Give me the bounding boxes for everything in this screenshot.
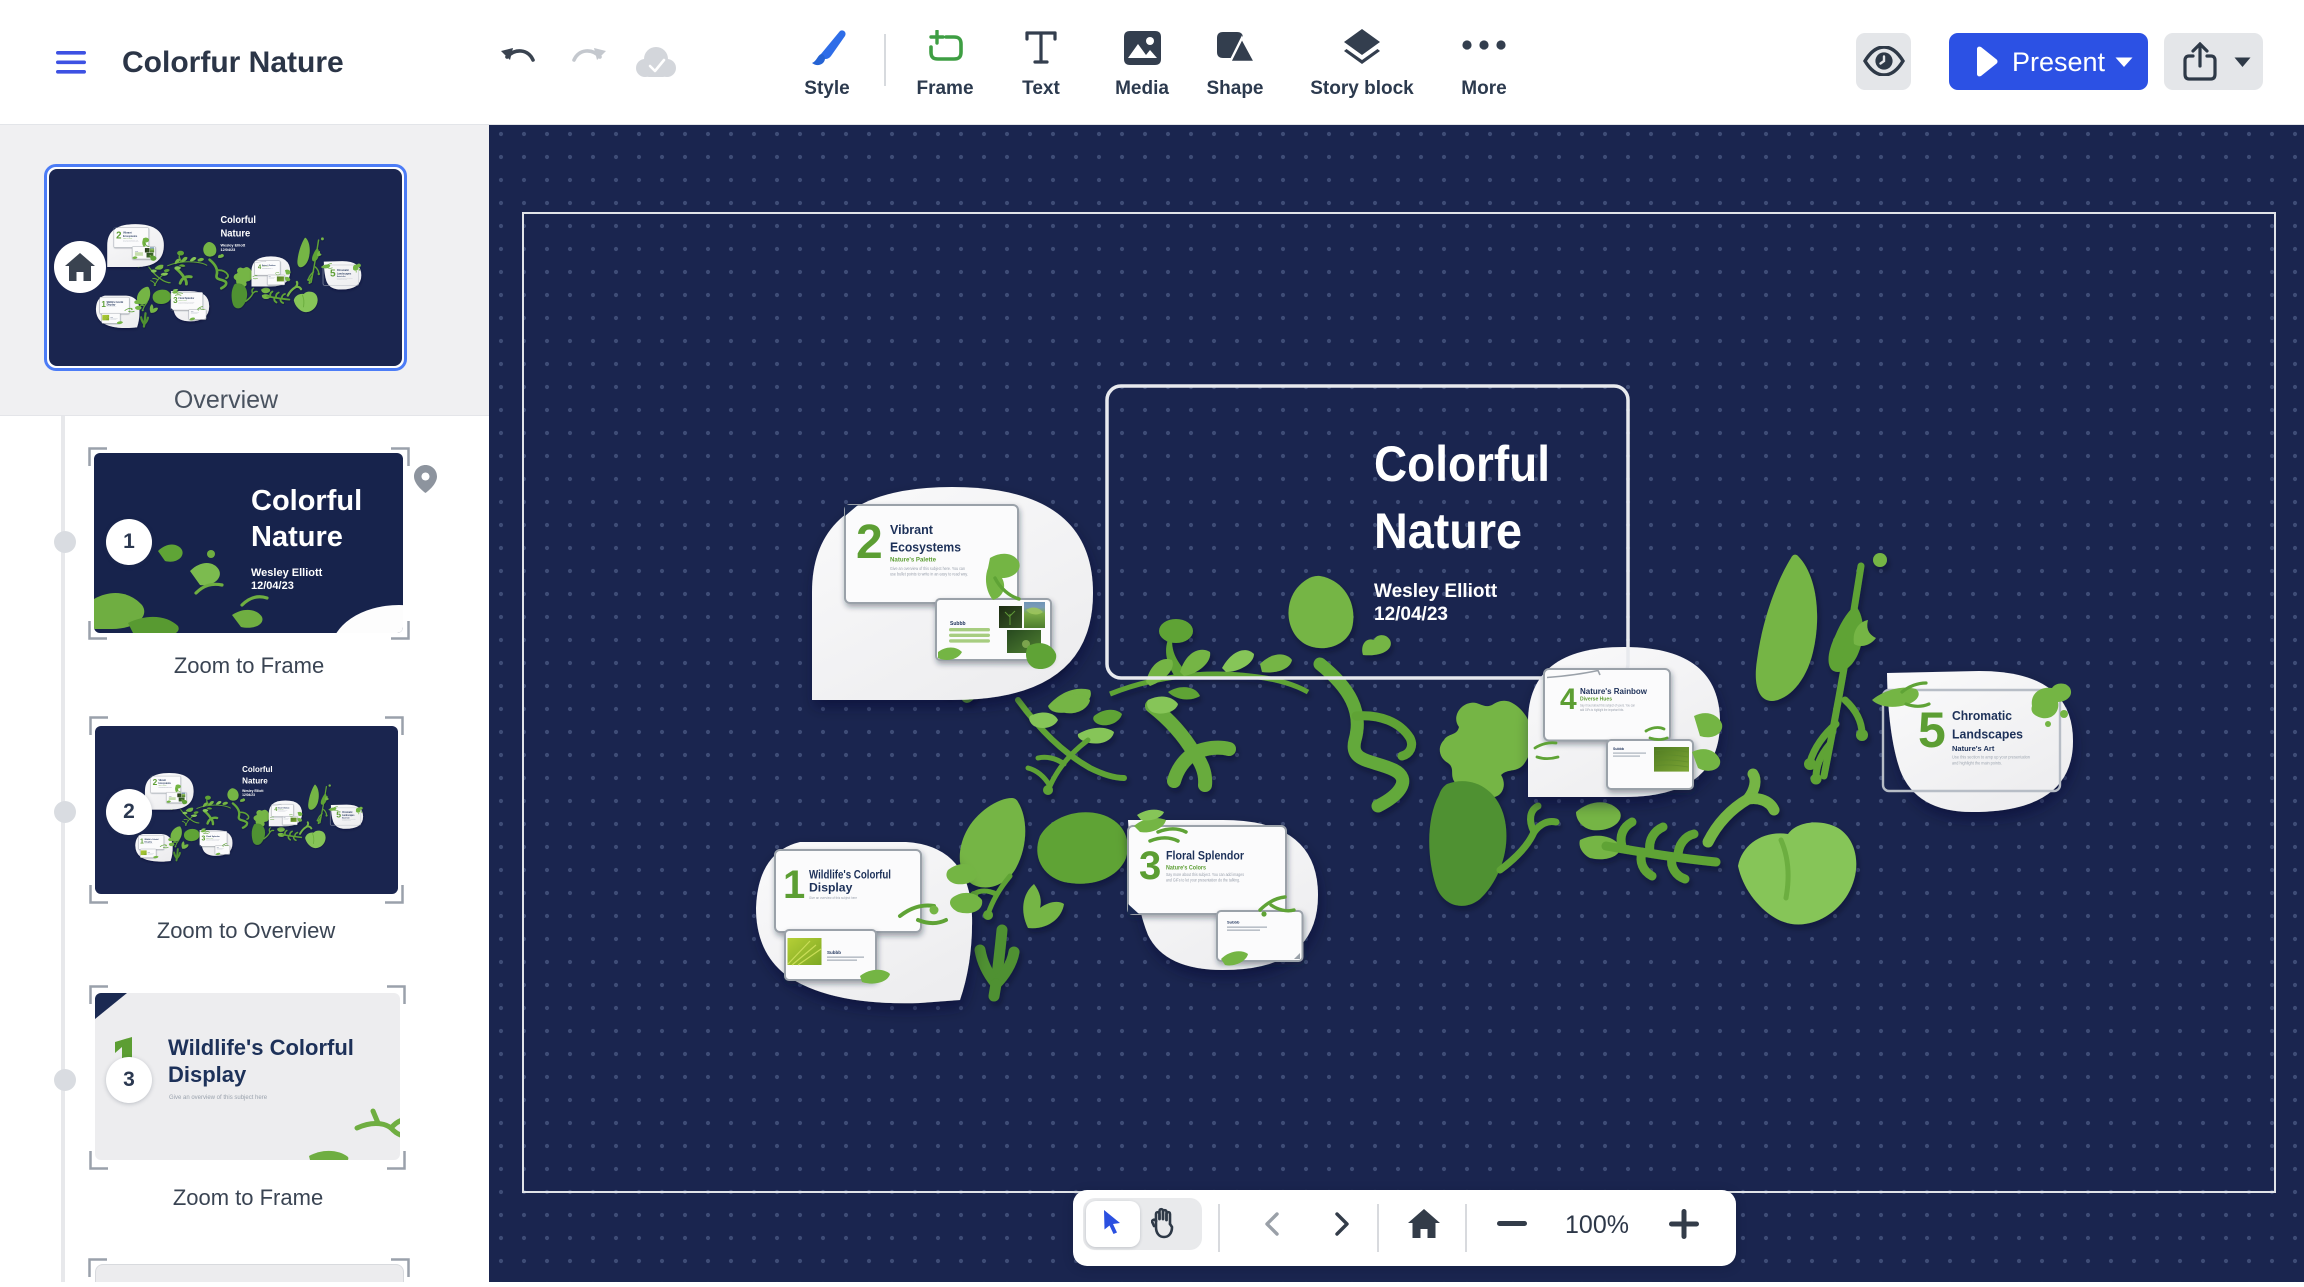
svg-text:Say more about this subject. Y: Say more about this subject. You can add… (1166, 872, 1245, 877)
svg-text:Wildlife's Colorful: Wildlife's Colorful (168, 1035, 354, 1060)
svg-text:Subbb: Subbb (950, 621, 966, 627)
svg-text:Say it loud about this subject: Say it loud about this subject of yours.… (1580, 704, 1635, 708)
svg-text:Nature's Rainbow: Nature's Rainbow (1580, 687, 1648, 696)
svg-text:Subbb: Subbb (1227, 920, 1240, 925)
svg-text:Vibrant: Vibrant (890, 522, 934, 537)
svg-text:4: 4 (1560, 683, 1577, 716)
svg-text:Nature: Nature (251, 521, 343, 553)
svg-text:Nature: Nature (1374, 503, 1522, 559)
svg-text:Floral Splendor: Floral Splendor (1166, 849, 1244, 863)
svg-text:Ecosystems: Ecosystems (890, 540, 961, 555)
svg-text:and GIFs to let your presentat: and GIFs to let your presentation do the… (1166, 878, 1240, 883)
svg-text:12/04/23: 12/04/23 (251, 580, 294, 592)
svg-text:3: 3 (1139, 844, 1161, 888)
svg-text:add GIFs to highlight the impo: add GIFs to highlight the important bits… (1580, 708, 1624, 712)
svg-text:12/04/23: 12/04/23 (1374, 604, 1448, 625)
svg-text:Nature's Art: Nature's Art (1952, 744, 1995, 753)
svg-text:1: 1 (783, 863, 805, 907)
svg-text:Wesley Elliott: Wesley Elliott (251, 567, 323, 579)
svg-text:Colorful: Colorful (251, 485, 362, 517)
svg-text:Give an overview of this subje: Give an overview of this subject here (169, 1095, 268, 1101)
svg-text:Nature's Palette: Nature's Palette (890, 557, 936, 564)
svg-text:Give an overview of this subje: Give an overview of this subject here (809, 895, 858, 900)
svg-text:Display: Display (809, 881, 853, 895)
svg-text:Wesley Elliott: Wesley Elliott (1374, 581, 1498, 602)
svg-text:Wildlife's Colorful: Wildlife's Colorful (809, 868, 891, 882)
svg-text:use bullet points to write in: use bullet points to write in an easy to… (890, 572, 968, 577)
svg-text:Give an overview of this subje: Give an overview of this subject here. Y… (890, 566, 965, 571)
svg-text:2: 2 (856, 516, 883, 569)
svg-text:Subbb: Subbb (1613, 747, 1624, 751)
svg-text:Subbb: Subbb (827, 950, 841, 955)
svg-text:Landscapes: Landscapes (1952, 727, 2023, 742)
svg-text:Use this section to amp up you: Use this section to amp up your presenta… (1952, 755, 2030, 761)
svg-text:Display: Display (168, 1062, 247, 1087)
svg-text:Colorful: Colorful (1374, 436, 1550, 492)
svg-text:Diverse Hues: Diverse Hues (1580, 697, 1612, 703)
svg-text:Chromatic: Chromatic (1952, 708, 2012, 723)
svg-text:and highlight the main points.: and highlight the main points. (1952, 761, 2002, 767)
svg-text:Nature's Colors: Nature's Colors (1166, 864, 1206, 871)
svg-text:5: 5 (1918, 702, 1946, 758)
